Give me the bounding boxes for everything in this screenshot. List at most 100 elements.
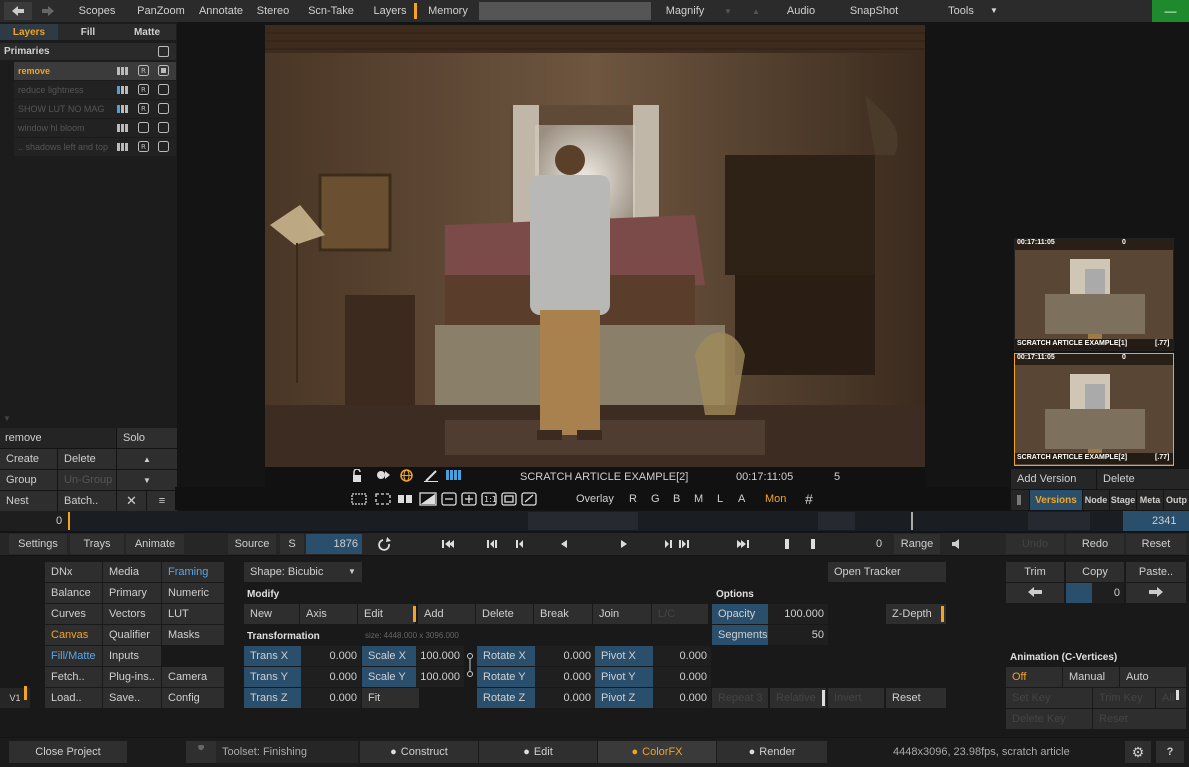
pivot-z-value[interactable]: 0.000	[653, 688, 711, 708]
modify-delete[interactable]: Delete	[476, 604, 533, 624]
rotate-x-label[interactable]: Rotate X	[477, 646, 535, 666]
rotate-y-value[interactable]: 0.000	[535, 667, 595, 687]
top-stereo[interactable]: Stereo	[252, 2, 294, 20]
viewer-image[interactable]	[265, 25, 925, 467]
menu-primary[interactable]: Primary	[103, 583, 161, 603]
scale-x-value[interactable]: 100.000	[416, 646, 464, 666]
trim-button[interactable]: Trim	[1006, 562, 1064, 582]
ungroup-button[interactable]: Un-Group	[58, 470, 116, 490]
layer-menu-button[interactable]: ≡	[147, 491, 177, 511]
tab-node[interactable]: Node	[1083, 490, 1109, 510]
channel-g[interactable]: G	[651, 487, 660, 510]
rotate-z-label[interactable]: Rotate Z	[477, 688, 535, 708]
top-audio[interactable]: Audio	[776, 2, 826, 20]
modify-join[interactable]: Join	[593, 604, 651, 624]
settings-button[interactable]: Settings	[9, 534, 67, 554]
trays-button[interactable]: Trays	[70, 534, 124, 554]
animate-button[interactable]: Animate	[126, 534, 184, 554]
paste-button[interactable]: Paste..	[1126, 562, 1186, 582]
speaker-icon[interactable]	[952, 538, 964, 553]
fit-button[interactable]: Fit	[362, 688, 419, 708]
menu-balance[interactable]: Balance	[45, 583, 102, 603]
grid-icon[interactable]: #	[805, 487, 813, 510]
tab-fill[interactable]: Fill	[58, 24, 118, 40]
channel-bars-icon[interactable]	[446, 470, 461, 483]
pivot-x-label[interactable]: Pivot X	[595, 646, 653, 666]
anim-auto-button[interactable]: Auto	[1120, 667, 1186, 687]
menu-masks[interactable]: Masks	[162, 625, 224, 645]
anim-off-button[interactable]: Off	[1006, 667, 1062, 687]
segments-label[interactable]: Segments	[712, 625, 768, 645]
modify-lc[interactable]: L/C	[652, 604, 708, 624]
menu-numeric[interactable]: Numeric	[162, 583, 224, 603]
delete-key-button[interactable]: Delete Key	[1006, 709, 1092, 729]
reset-button[interactable]: Reset	[1126, 534, 1186, 554]
top-panzoom[interactable]: PanZoom	[128, 2, 194, 20]
undo-button[interactable]: Undo	[1006, 534, 1064, 554]
redo-button[interactable]: Redo	[1066, 534, 1124, 554]
pen-icon[interactable]	[424, 469, 438, 485]
trans-x-value[interactable]: 0.000	[301, 646, 361, 666]
menu-fetch[interactable]: Fetch..	[45, 667, 102, 687]
viewer-tool-icons[interactable]: 1:1	[350, 490, 565, 508]
trans-y-label[interactable]: Trans Y	[244, 667, 301, 687]
menu-framing[interactable]: Framing	[162, 562, 224, 582]
shape-dropdown[interactable]: Shape: Bicubic	[244, 562, 362, 582]
menu-camera[interactable]: Camera	[162, 667, 224, 687]
green-button[interactable]: —	[1152, 0, 1189, 22]
source-button[interactable]: Source	[228, 534, 276, 554]
delete-layer-button[interactable]: Delete	[58, 449, 116, 469]
menu-curves[interactable]: Curves	[45, 604, 102, 624]
trans-z-label[interactable]: Trans Z	[244, 688, 301, 708]
menu-fill-matte[interactable]: Fill/Matte	[45, 646, 102, 666]
anim-reset-button[interactable]: Reset	[1093, 709, 1186, 729]
segments-value[interactable]: 50	[768, 625, 828, 645]
range-button[interactable]: Range	[894, 534, 940, 554]
add-version-button[interactable]: Add Version	[1011, 469, 1096, 489]
trans-z-value[interactable]: 0.000	[301, 688, 361, 708]
primaries-toggle-icon[interactable]	[158, 46, 169, 57]
modify-new[interactable]: New	[244, 604, 299, 624]
versions-tab-grip[interactable]	[1011, 490, 1029, 510]
opacity-label[interactable]: Opacity	[712, 604, 768, 624]
menu-lut[interactable]: LUT	[162, 604, 224, 624]
scale-y-value[interactable]: 100.000	[416, 667, 464, 687]
tab-layers[interactable]: Layers	[0, 24, 58, 40]
prev-key-button[interactable]	[1006, 583, 1064, 603]
frame-field[interactable]: 1876	[306, 534, 362, 554]
anim-manual-button[interactable]: Manual	[1063, 667, 1119, 687]
solo-button[interactable]: Solo	[117, 428, 177, 448]
key-field-blue[interactable]	[1066, 583, 1092, 603]
menu-inputs[interactable]: Inputs	[103, 646, 161, 666]
pivot-y-label[interactable]: Pivot Y	[595, 667, 653, 687]
modify-axis[interactable]: Axis	[300, 604, 357, 624]
magnify-down-button[interactable]: ▼	[718, 2, 738, 20]
key-field[interactable]: 0	[1092, 583, 1124, 603]
link-icon[interactable]	[466, 652, 474, 681]
menu-config[interactable]: Config	[162, 688, 224, 708]
menu-plugins[interactable]: Plug-ins..	[103, 667, 161, 687]
tab-stage[interactable]: Stage	[1110, 490, 1136, 510]
menu-load[interactable]: Load..	[45, 688, 102, 708]
version-thumb-1[interactable]	[1014, 238, 1174, 351]
top-tools[interactable]: Tools	[940, 2, 982, 20]
rotate-y-label[interactable]: Rotate Y	[477, 667, 535, 687]
globe-icon[interactable]	[400, 469, 413, 485]
nest-button[interactable]: Nest	[0, 491, 57, 511]
group-button[interactable]: Group	[0, 470, 57, 490]
modify-break[interactable]: Break	[534, 604, 592, 624]
repeat-button[interactable]: Repeat 3	[712, 688, 768, 708]
create-button[interactable]: Create	[0, 449, 57, 469]
tab-matte[interactable]: Matte	[118, 24, 176, 40]
tab-edit[interactable]: ● Edit	[479, 741, 597, 763]
menu-media[interactable]: Media	[103, 562, 161, 582]
pivot-y-value[interactable]: 0.000	[653, 667, 711, 687]
menu-qualifier[interactable]: Qualifier	[103, 625, 161, 645]
channel-m[interactable]: M	[694, 487, 703, 510]
top-scn-take[interactable]: Scn-Take	[300, 2, 362, 20]
tab-meta[interactable]: Meta	[1137, 490, 1163, 510]
tab-output[interactable]: Outp	[1164, 490, 1189, 510]
settings-gear-button[interactable]: ⚙	[1125, 741, 1151, 763]
record-icon[interactable]	[376, 470, 390, 483]
version-thumb-2[interactable]	[1014, 353, 1174, 466]
